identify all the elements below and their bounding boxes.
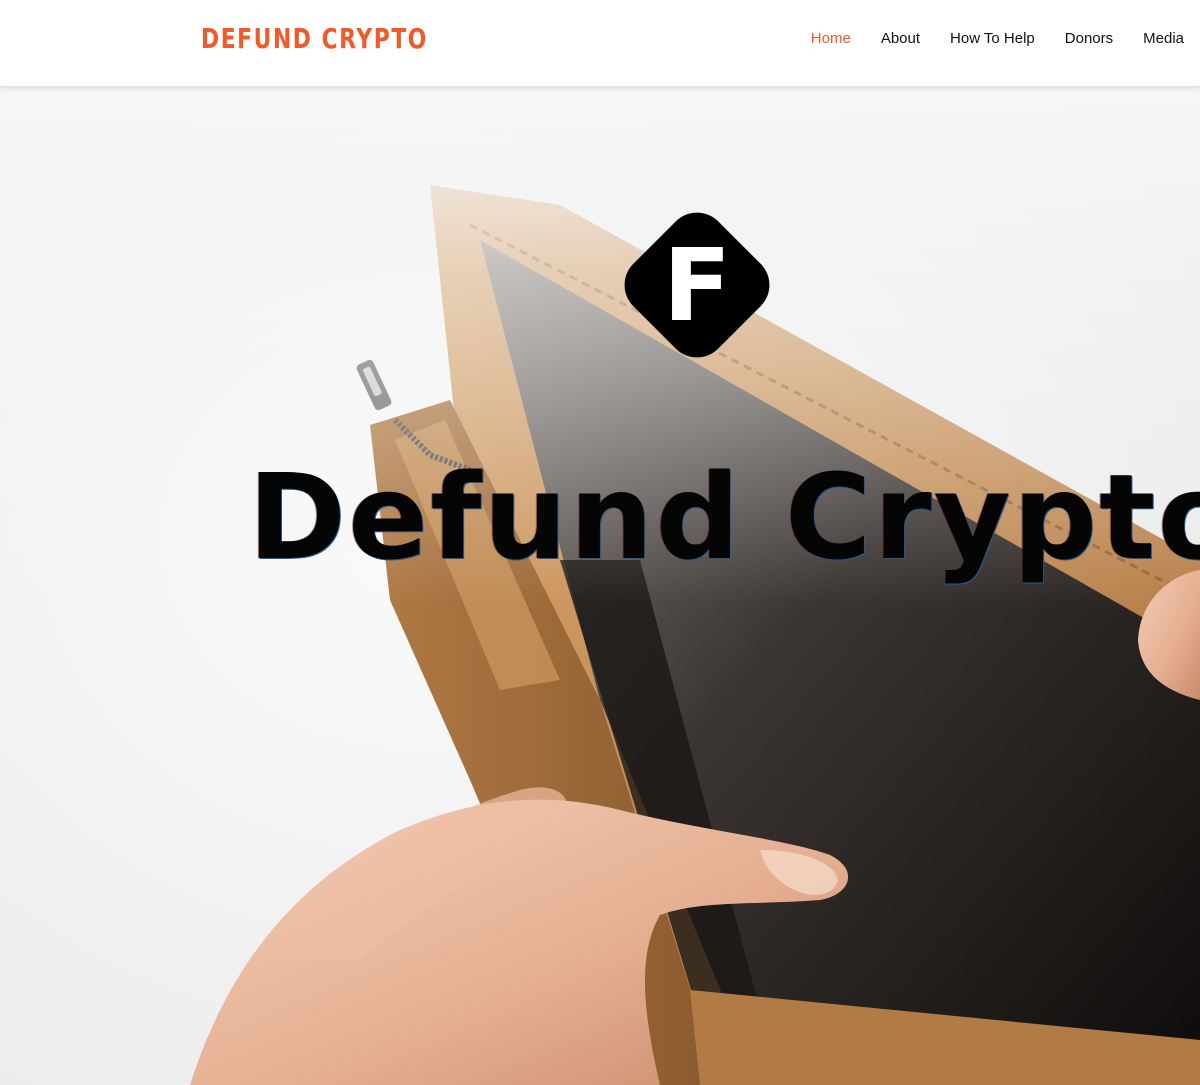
nav-home[interactable]: Home bbox=[811, 30, 851, 47]
brand-logo-link[interactable]: DEFUND CRYPTO bbox=[201, 22, 428, 55]
main-nav: Home About How To Help Donors Media bbox=[811, 30, 1184, 47]
nav-about[interactable]: About bbox=[881, 30, 920, 47]
hero-section: F Defund Crypto bbox=[0, 86, 1200, 1085]
nav-donors[interactable]: Donors bbox=[1065, 30, 1113, 47]
site-header: DEFUND CRYPTO Home About How To Help Don… bbox=[0, 0, 1200, 86]
nav-how-to-help[interactable]: How To Help bbox=[950, 30, 1035, 47]
hero-title: Defund Crypto bbox=[248, 448, 1200, 586]
defund-crypto-logo-icon: F bbox=[624, 212, 770, 358]
nav-media[interactable]: Media bbox=[1143, 30, 1184, 47]
logo-letter: F bbox=[663, 227, 731, 344]
